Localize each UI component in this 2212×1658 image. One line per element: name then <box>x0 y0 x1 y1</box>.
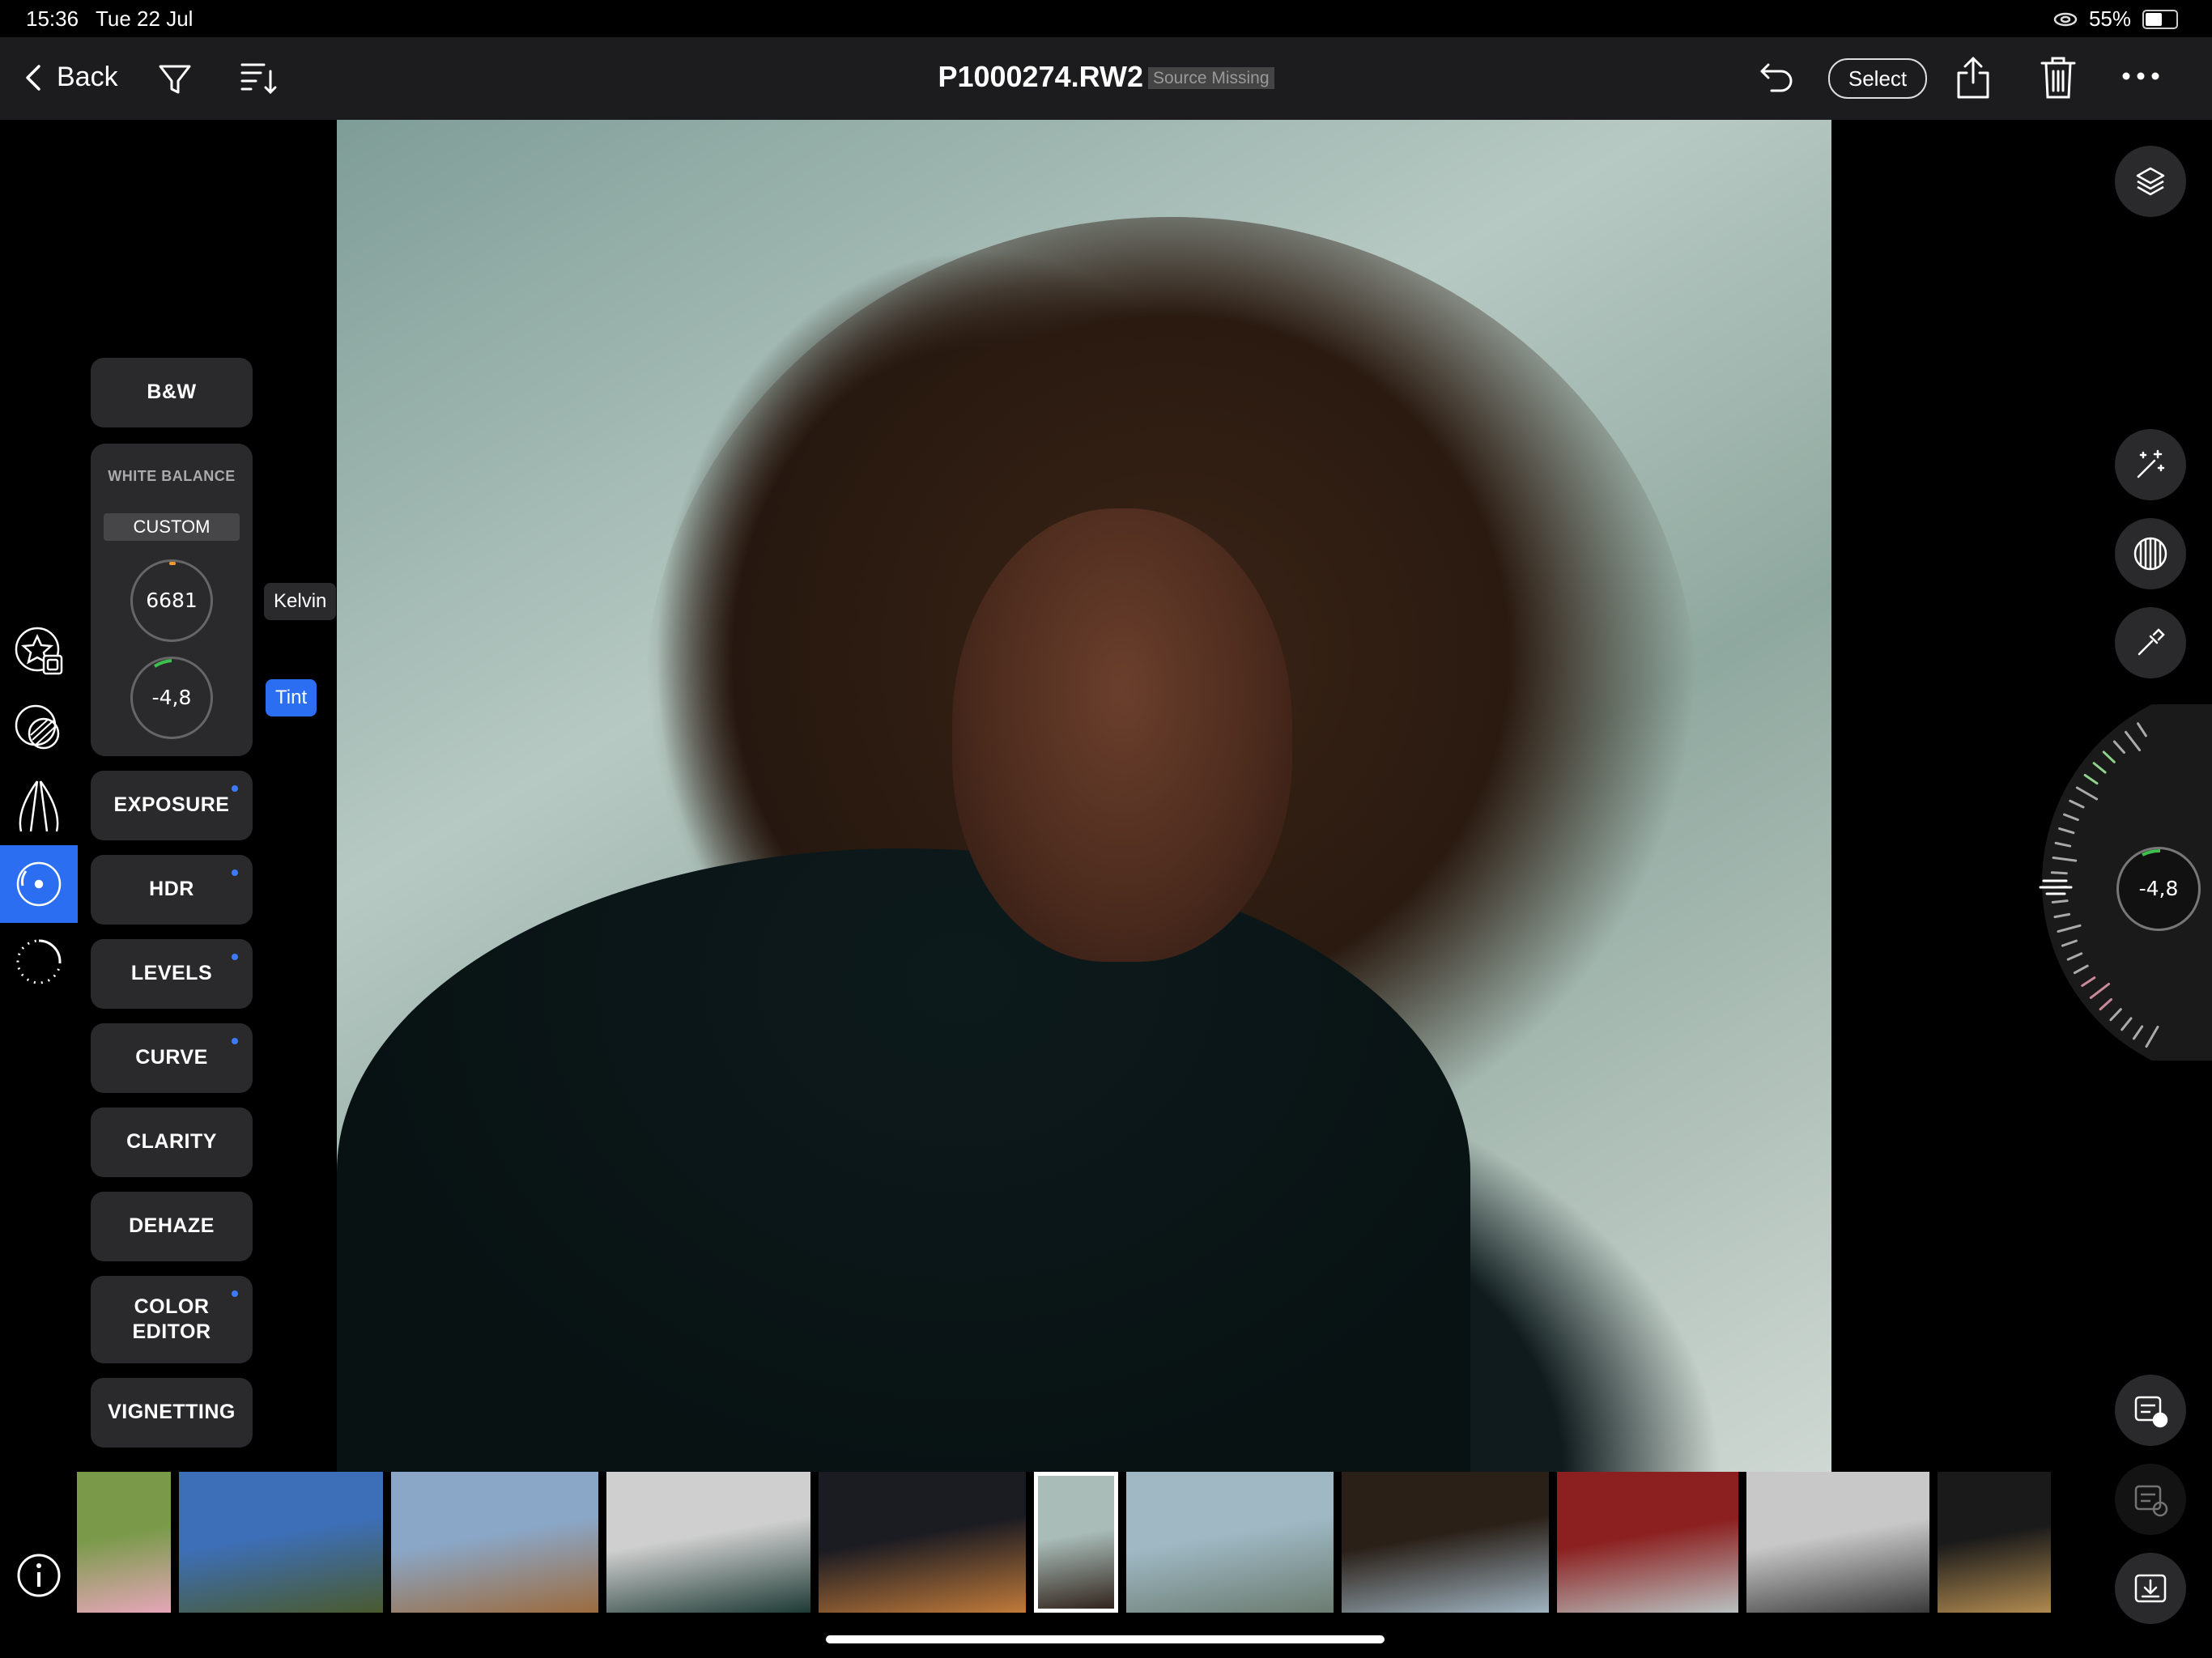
tint-label: Tint <box>266 679 317 716</box>
adjustment-button-label: CLARITY <box>126 1130 217 1154</box>
wheel-value-arc <box>2142 848 2161 857</box>
status-right: 55% <box>2053 6 2178 32</box>
share-icon[interactable] <box>1955 55 1992 100</box>
dotted-circle-icon <box>16 939 62 984</box>
adjustment-button-levels[interactable]: LEVELS <box>91 939 253 1009</box>
auto-adjust-button[interactable] <box>2115 429 2186 500</box>
perspective-icon <box>19 780 59 832</box>
modified-dot <box>232 785 238 792</box>
copy-settings-button[interactable] <box>2115 1375 2186 1446</box>
adjustment-button-label: EXPOSURE <box>113 793 230 817</box>
filmstrip-thumb-night-street-photo[interactable] <box>819 1472 1026 1613</box>
filmstrip-thumb-roses-photo[interactable] <box>77 1472 171 1613</box>
adjustment-button-color-editor[interactable]: COLOR EDITOR <box>91 1276 253 1363</box>
adjustment-button-vignetting[interactable]: VIGNETTING <box>91 1378 253 1448</box>
home-indicator <box>826 1635 1385 1643</box>
photo-canvas[interactable] <box>337 120 1831 1472</box>
filmstrip-thumb-airplane-photo[interactable] <box>1746 1472 1929 1613</box>
masks-icon <box>15 704 60 750</box>
link-icon <box>2053 12 2078 26</box>
trash-icon[interactable] <box>2040 55 2076 100</box>
adjustment-button-label: DEHAZE <box>129 1214 215 1238</box>
nav-bar: Back P1000274.RW2 Source Missing Select <box>0 37 2212 120</box>
bw-button[interactable]: B&W <box>91 358 253 427</box>
presets-tool[interactable] <box>0 612 78 690</box>
magic-wand-icon <box>2137 449 2165 478</box>
effects-tool[interactable] <box>0 923 78 1001</box>
kelvin-marker <box>169 562 176 565</box>
adjustment-button-dehaze[interactable]: DEHAZE <box>91 1192 253 1261</box>
eyedropper-button[interactable] <box>2115 607 2186 678</box>
masks-tool[interactable] <box>0 690 78 767</box>
adjustment-button-label: COLOR EDITOR <box>132 1295 211 1343</box>
undo-icon[interactable] <box>1757 60 1796 99</box>
layers-button[interactable] <box>2115 146 2186 217</box>
adjustment-button-exposure[interactable]: EXPOSURE <box>91 771 253 840</box>
white-balance-title: WHITE BALANCE <box>108 468 236 484</box>
film-grain-icon <box>2133 537 2167 571</box>
kelvin-dial[interactable]: 6681 <box>130 559 213 642</box>
adjustment-button-label: CURVE <box>135 1046 208 1069</box>
geometry-tool[interactable] <box>0 767 78 845</box>
eyedropper-icon <box>2138 628 2165 656</box>
filmstrip-thumb-mini-car-photo[interactable] <box>606 1472 810 1613</box>
status-bar: 15:36 Tue 22 Jul 55% <box>0 0 2212 37</box>
adjustment-button-hdr[interactable]: HDR <box>91 855 253 925</box>
film-button[interactable] <box>2115 518 2186 589</box>
file-name: P1000274.RW2 <box>938 60 1143 93</box>
white-balance-preset[interactable]: CUSTOM <box>104 513 240 541</box>
info-icon[interactable] <box>16 1553 62 1598</box>
color-tool-icon <box>16 861 62 907</box>
layers-icon <box>2136 167 2165 196</box>
filmstrip-thumb-beach-woman-photo[interactable] <box>1126 1472 1334 1613</box>
paste-settings-button[interactable] <box>2115 1464 2186 1535</box>
status-date: Tue 22 Jul <box>96 6 194 31</box>
color-tool[interactable] <box>0 845 78 923</box>
photo-face-shape <box>952 508 1292 962</box>
wheel-tick <box>2050 871 2068 875</box>
white-balance-panel: WHITE BALANCE CUSTOM 6681 -4,8 <box>91 444 253 756</box>
filmstrip-thumb-window-beach-photo[interactable] <box>1342 1472 1549 1613</box>
filmstrip-thumb-cockpit-photo[interactable] <box>1938 1472 2051 1613</box>
modified-dot <box>232 954 238 960</box>
modified-dot <box>232 869 238 876</box>
filmstrip-thumb-fountain-photo[interactable] <box>391 1472 598 1613</box>
modified-dot <box>232 1038 238 1044</box>
copy-settings-icon <box>2134 1396 2168 1428</box>
source-missing-badge: Source Missing <box>1147 67 1274 90</box>
filmstrip-thumb-portrait-photo[interactable] <box>1034 1472 1118 1613</box>
adjustment-button-label: HDR <box>149 878 194 901</box>
tint-arc <box>153 659 172 668</box>
paste-settings-icon <box>2134 1485 2168 1517</box>
export-tray-icon <box>2134 1574 2167 1603</box>
select-button[interactable]: Select <box>1828 58 1927 99</box>
star-presets-icon <box>15 627 63 675</box>
adjustment-button-label: VIGNETTING <box>108 1401 236 1424</box>
adjustment-button-curve[interactable]: CURVE <box>91 1023 253 1093</box>
kelvin-label: Kelvin <box>264 583 337 620</box>
status-time: 15:36 <box>26 6 79 31</box>
adjustment-button-clarity[interactable]: CLARITY <box>91 1107 253 1177</box>
battery-icon <box>2142 9 2178 29</box>
export-button[interactable] <box>2115 1553 2186 1624</box>
photo-coat-shape <box>337 848 1470 1472</box>
ellipsis-icon[interactable] <box>2121 70 2160 83</box>
filmstrip-thumb-red-leaves-photo[interactable] <box>1557 1472 1738 1613</box>
adjustment-button-label: LEVELS <box>130 962 213 985</box>
battery-percent: 55% <box>2088 6 2131 31</box>
filmstrip <box>77 1472 2051 1616</box>
modified-dot <box>232 1290 238 1297</box>
wheel-tick <box>2051 899 2069 903</box>
filmstrip-thumb-city-park-photo[interactable] <box>179 1472 383 1613</box>
